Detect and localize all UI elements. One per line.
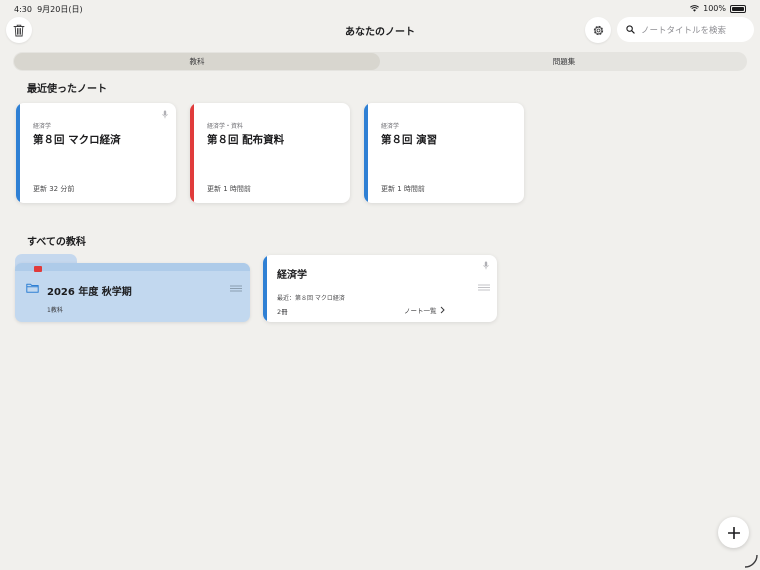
note-title: 第８回 演習 — [381, 134, 438, 146]
search-icon — [626, 25, 635, 34]
reorder-handle-icon[interactable] — [230, 285, 242, 292]
bookmark-icon — [34, 266, 42, 272]
wifi-icon — [690, 5, 700, 12]
note-updated: 更新 1 時間前 — [381, 185, 425, 193]
recent-note-card[interactable]: 経済学・資料 第８回 配布資料 更新 1 時間前 — [190, 103, 350, 203]
microphone-icon — [162, 110, 168, 119]
folder-name: 2026 年度 秋学期 — [47, 287, 132, 298]
folder-icon — [26, 283, 39, 293]
tab-subjects[interactable]: 教科 — [14, 53, 380, 70]
gear-icon — [593, 25, 603, 35]
note-updated: 更新 1 時間前 — [207, 185, 251, 193]
recent-note-card[interactable]: 経済学 第８回 演習 更新 1 時間前 — [364, 103, 524, 203]
tab-problem-sets[interactable]: 問題集 — [381, 52, 747, 71]
battery-percent: 100% — [703, 4, 726, 13]
status-date: 9月20日(日) — [37, 5, 83, 14]
recent-note-card[interactable]: 経済学 第８回 マクロ経済 更新 32 分前 — [16, 103, 176, 203]
subject-name: 経済学 — [277, 270, 307, 281]
search-input[interactable]: ノートタイトルを検索 — [617, 17, 754, 42]
subject-card[interactable]: 経済学 最近：第８回 マクロ経済 2冊 ノート一覧 — [263, 255, 497, 322]
subject-note-count: 2冊 — [277, 308, 288, 316]
note-title: 第８回 マクロ経済 — [33, 134, 121, 146]
microphone-icon — [483, 261, 489, 270]
reorder-handle-icon[interactable] — [478, 284, 490, 291]
add-button[interactable] — [718, 517, 749, 548]
subject-recent-note: 最近：第８回 マクロ経済 — [277, 295, 345, 302]
chevron-right-icon — [440, 306, 445, 314]
note-subject: 経済学 — [381, 123, 400, 130]
resize-corner-icon — [744, 554, 758, 568]
battery-icon — [730, 4, 746, 13]
subject-color-stripe — [263, 255, 267, 322]
note-subject: 経済学 — [33, 123, 52, 130]
note-color-stripe — [190, 103, 194, 203]
plus-icon — [727, 526, 740, 539]
note-subject: 経済学・資料 — [207, 123, 244, 130]
note-color-stripe — [364, 103, 368, 203]
all-subjects-heading: すべての教科 — [27, 237, 86, 248]
recent-notes-heading: 最近使ったノート — [27, 84, 107, 95]
folder-count: 1教科 — [47, 307, 63, 314]
search-placeholder: ノートタイトルを検索 — [641, 25, 727, 36]
semester-folder[interactable]: 2026 年度 秋学期 1教科 — [15, 254, 250, 322]
status-right: 100% — [690, 4, 746, 13]
segmented-control: 教科 問題集 — [13, 52, 747, 71]
note-title: 第８回 配布資料 — [207, 134, 285, 146]
note-list-label: ノート一覧 — [404, 307, 437, 315]
status-time-date: 4:30 9月20日(日) — [14, 4, 83, 15]
settings-button[interactable] — [585, 17, 611, 43]
note-color-stripe — [16, 103, 20, 203]
note-updated: 更新 32 分前 — [33, 185, 75, 193]
status-bar: 4:30 9月20日(日) 100% — [0, 0, 760, 16]
note-list-link[interactable]: ノート一覧 — [404, 305, 445, 315]
status-time: 4:30 — [14, 5, 32, 14]
